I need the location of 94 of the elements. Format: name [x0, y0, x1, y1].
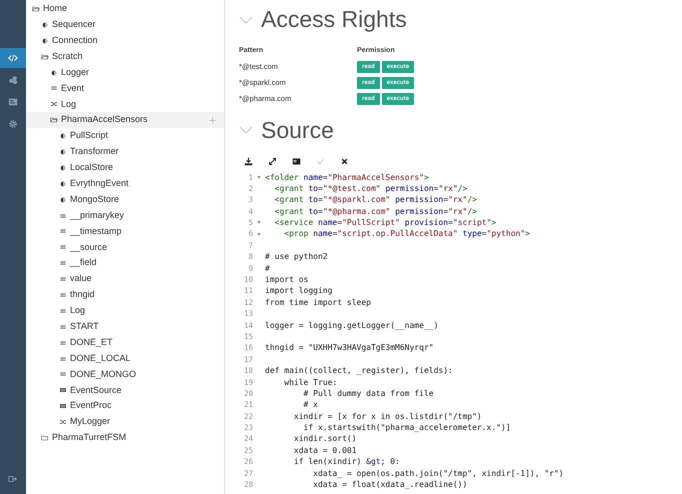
tree-item[interactable]: Home: [26, 1, 224, 17]
code-line: from time import sleep: [265, 296, 371, 308]
equals-icon: [59, 338, 67, 347]
tree-item[interactable]: value: [26, 271, 224, 288]
code-line: xdata_ = open(os.path.join("/tmp", xindir[-1]), "r"): [312, 468, 564, 480]
tree-item[interactable]: START: [26, 318, 224, 335]
code-line: thngid = "UXHH7w3HAVgaTgE3mM6Nyrqr": [265, 342, 434, 354]
half-circle-icon: [59, 164, 67, 172]
tree-item[interactable]: EventProc: [26, 398, 224, 414]
download-icon[interactable]: [244, 156, 253, 166]
code-line: xindir = [x for x in os.listdir("/tmp"): [292, 410, 482, 422]
tree-item[interactable]: Logger: [26, 64, 224, 80]
tree-item[interactable]: EventSource: [26, 382, 224, 398]
equals-icon: [59, 259, 67, 268]
code-icon: [8, 53, 18, 63]
section-title: Source: [261, 118, 334, 142]
code-line: #: [265, 262, 270, 274]
code-line: <prop name="script.op.PullAccelData" type="python">: [283, 228, 530, 240]
equals-icon: [59, 290, 67, 299]
open-folder-icon: [41, 52, 49, 61]
tree-item[interactable]: Event: [26, 80, 224, 96]
tree-item[interactable]: __source: [26, 239, 224, 256]
tree-item[interactable]: PharmaAccelSensors: [26, 112, 224, 128]
tree-item[interactable]: Log: [26, 96, 224, 112]
tree-item[interactable]: __timestamp: [26, 223, 224, 240]
half-circle-icon: [41, 20, 49, 29]
fold-icon[interactable]: [257, 232, 261, 236]
half-circle-icon: [59, 132, 67, 140]
code-line: import os: [265, 274, 308, 286]
tree-item[interactable]: MongoStore: [26, 192, 224, 208]
close-icon[interactable]: [340, 156, 349, 166]
open-folder-icon: [32, 4, 40, 13]
code-line: <service name="PullScript" provision="script">: [274, 217, 496, 228]
code-line: import logging: [265, 285, 332, 297]
equals-icon: [59, 212, 67, 220]
code-line: <grant to="*@test.com" permission="rx"/>: [274, 182, 468, 194]
code-line: <grant to="*@sparkl.com" permission="rx"/>: [274, 194, 477, 206]
half-circle-icon: [41, 36, 49, 45]
open-folder-icon: [50, 116, 58, 124]
tree-item[interactable]: thngid: [26, 287, 224, 303]
tree-item[interactable]: __field: [26, 255, 224, 272]
equals-icon: [59, 370, 67, 378]
equals-icon: [59, 227, 67, 236]
half-circle-icon: [59, 196, 67, 204]
expand-icon[interactable]: [268, 156, 277, 166]
equals-icon: [59, 306, 67, 315]
shuffle-icon: [59, 418, 67, 426]
code-line: # use python2: [265, 251, 328, 263]
section-title: Access Rights: [261, 8, 407, 31]
code-line: <folder name="PharmaAccelSensors">: [265, 172, 429, 183]
fold-icon[interactable]: [257, 221, 261, 224]
add-icon[interactable]: [209, 116, 216, 124]
half-circle-icon: [50, 68, 58, 76]
tree-item[interactable]: Sequencer: [26, 16, 224, 33]
code-line: # Pull dummy data from file: [302, 388, 434, 400]
code-line: while True:: [283, 376, 338, 388]
tree-item[interactable]: PullScript: [26, 128, 224, 144]
equals-icon: [59, 243, 67, 252]
settings-icon: [8, 119, 18, 129]
logout-icon[interactable]: [8, 474, 18, 484]
tree-item[interactable]: EvrythngEvent: [26, 176, 224, 192]
console-icon[interactable]: [292, 156, 301, 166]
equals-icon: [50, 84, 58, 92]
code-line: <grant to="*@pharma.com" permission="rx"/>: [274, 206, 477, 218]
tree-item[interactable]: MyLogger: [26, 414, 224, 430]
equals-icon: [59, 354, 67, 363]
cluster-icon: [8, 75, 18, 85]
tree-item[interactable]: DONE_ET: [26, 334, 224, 351]
card-icon: [8, 97, 18, 107]
equals-icon: [59, 275, 67, 284]
half-circle-icon: [59, 148, 67, 156]
code-line: xdata = float(xdata_.readline()): [312, 479, 468, 490]
tree-item[interactable]: __primarykey: [26, 208, 224, 224]
code-line: if x.startswith("pharma_accelerometer.x.")]: [302, 422, 511, 434]
rail-button[interactable]: [0, 48, 26, 68]
equals-icon: [59, 322, 67, 331]
tree-item[interactable]: Scratch: [26, 48, 224, 65]
tree-item[interactable]: DONE_LOCAL: [26, 350, 224, 366]
code-line: logger = logging.getLogger(__name__): [265, 320, 438, 331]
code-line: xindir.sort(): [292, 433, 357, 445]
code-line: # x: [302, 399, 318, 411]
code-line: if len(xindir) &gt; 0:: [292, 456, 400, 468]
tree-item[interactable]: Connection: [26, 32, 224, 49]
folder-icon: [41, 434, 49, 442]
half-circle-icon: [59, 180, 67, 188]
tree-item[interactable]: Log: [26, 302, 224, 319]
tree-item[interactable]: LocalStore: [26, 160, 224, 176]
tree-item[interactable]: DONE_MONGO: [26, 366, 224, 382]
shuffle-icon: [50, 100, 58, 108]
code-line: xdata = 0.001: [292, 444, 357, 456]
fold-icon[interactable]: [257, 176, 261, 179]
tree-item[interactable]: Transformer: [26, 144, 224, 160]
tree-item[interactable]: PharmaTurretFSM: [26, 430, 224, 446]
code-line: def main((collect, _register), fields):: [265, 365, 453, 377]
